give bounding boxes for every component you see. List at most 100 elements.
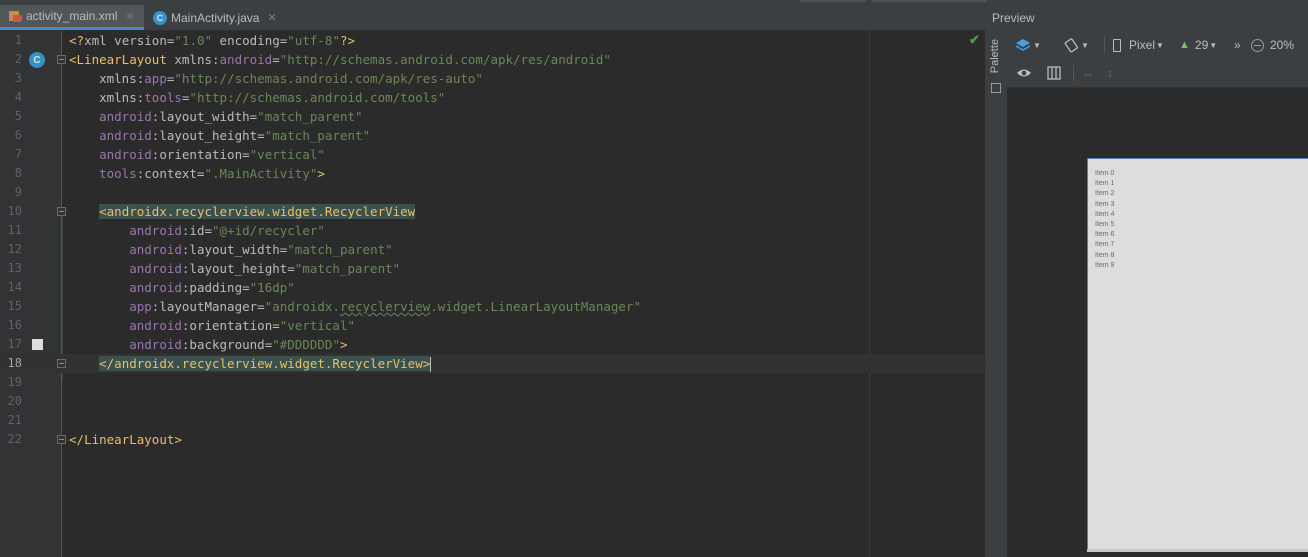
rotate-icon xyxy=(1064,38,1078,53)
line-number: 18 xyxy=(7,356,22,370)
line-number: 7 xyxy=(14,147,22,161)
list-item: Item 6 xyxy=(1095,231,1115,239)
tab-activity-main-xml[interactable]: activity_main.xml ✕ xyxy=(0,5,144,30)
horizontal-resize-icon[interactable]: ↔ xyxy=(1082,65,1094,81)
code-text: xmlns:app="http://schemas.android.com/ap… xyxy=(99,71,483,86)
device-dropdown[interactable]: Pixel ▼ xyxy=(1113,37,1164,53)
preview-toolbar-secondary: ↔ ↕ xyxy=(1007,59,1308,88)
zoom-level: 20% xyxy=(1270,38,1295,52)
code-text: android:layout_width="match_parent" xyxy=(129,242,393,257)
line-number: 3 xyxy=(14,71,22,85)
close-icon[interactable]: ✕ xyxy=(267,11,276,24)
api-level-dropdown[interactable]: ▲ 29 ▼ xyxy=(1179,37,1217,53)
tab-label: activity_main.xml xyxy=(26,9,118,23)
code-line: 19 xyxy=(0,373,985,392)
java-class-icon: C xyxy=(153,10,167,25)
fold-marker-icon[interactable] xyxy=(57,359,66,368)
preview-header: Preview xyxy=(985,5,1308,32)
line-number: 5 xyxy=(14,109,22,123)
line-number: 9 xyxy=(14,185,22,199)
chevron-down-icon: ▼ xyxy=(1209,40,1218,50)
activity-class-icon[interactable]: C xyxy=(29,52,45,68)
code-line: 3 xmlns:app="http://schemas.android.com/… xyxy=(0,69,985,88)
line-number: 6 xyxy=(14,128,22,142)
xml-file-icon xyxy=(8,9,22,23)
line-number: 10 xyxy=(7,204,22,218)
code-text: xmlns:tools="http://schemas.android.com/… xyxy=(99,90,446,105)
top-strip-segment xyxy=(872,0,987,2)
line-number: 20 xyxy=(7,394,22,408)
line-number: 19 xyxy=(7,375,22,389)
editor-tab-bar: activity_main.xml ✕ C MainActivity.java … xyxy=(0,5,985,31)
list-item: Item 0 xyxy=(1095,170,1115,177)
code-line: 8 tools:context=".MainActivity"> xyxy=(0,164,985,183)
preview-toolbar: ▼ ▼ Pixel ▼ ▲ 29 ▼ » 20% xyxy=(1007,31,1308,59)
device-preview[interactable]: Item 0 Item 1 Item 2 Item 3 Item 4 Item … xyxy=(1087,158,1308,552)
code-line: 11 android:id="@+id/recycler" xyxy=(0,221,985,240)
palette-tab[interactable]: Palette xyxy=(989,39,1001,73)
line-number: 8 xyxy=(14,166,22,180)
eye-icon xyxy=(1017,69,1031,77)
line-number: 22 xyxy=(7,432,22,446)
code-line: 4 xmlns:tools="http://schemas.android.co… xyxy=(0,88,985,107)
line-number: 14 xyxy=(7,280,22,294)
more-actions-button[interactable]: » xyxy=(1234,37,1241,53)
palette-side-strip: Palette xyxy=(985,31,1008,557)
code-text: android:orientation="vertical" xyxy=(129,318,356,333)
code-line: 7 android:orientation="vertical" xyxy=(0,145,985,164)
code-line: 6 android:layout_height="match_parent" xyxy=(0,126,985,145)
zoom-out-button[interactable]: 20% xyxy=(1251,37,1294,53)
code-text: android:layout_height="match_parent" xyxy=(99,128,371,143)
code-line: 2 C <LinearLayout xmlns:android="http://… xyxy=(0,50,985,69)
android-icon: ▲ xyxy=(1179,39,1190,51)
api-level-label: 29 xyxy=(1194,38,1209,52)
toolbar-separator xyxy=(1073,65,1074,81)
code-text: <?xml version="1.0" encoding="utf-8"?> xyxy=(69,33,356,48)
code-lines: 1 <?xml version="1.0" encoding="utf-8"?>… xyxy=(0,31,985,449)
code-line: 5 android:layout_width="match_parent" xyxy=(0,107,985,126)
code-line: 15 app:layoutManager="androidx.recyclerv… xyxy=(0,297,985,316)
code-text: android:layout_height="match_parent" xyxy=(129,261,401,276)
code-line: 22 </LinearLayout> xyxy=(0,430,985,449)
palette-icon[interactable] xyxy=(991,83,1001,93)
vertical-resize-icon[interactable]: ↕ xyxy=(1107,65,1113,81)
code-text: <LinearLayout xmlns:android="http://sche… xyxy=(69,52,611,67)
layers-icon xyxy=(1015,39,1031,51)
list-item: Item 3 xyxy=(1095,200,1115,208)
view-options-button[interactable] xyxy=(1016,65,1032,81)
toolbar-separator xyxy=(1104,36,1105,54)
list-item: Item 5 xyxy=(1095,221,1115,229)
fold-marker-icon[interactable] xyxy=(57,435,66,444)
blueprint-toggle[interactable] xyxy=(1047,65,1061,81)
list-item: Item 7 xyxy=(1095,241,1115,249)
fold-marker-icon[interactable] xyxy=(57,55,66,64)
line-number: 11 xyxy=(7,223,22,237)
chevron-down-icon: ▼ xyxy=(1033,40,1041,50)
color-swatch-icon[interactable] xyxy=(32,339,43,350)
code-line: 21 xyxy=(0,411,985,430)
code-line: 16 android:orientation="vertical" xyxy=(0,316,985,335)
close-icon[interactable]: ✕ xyxy=(125,10,134,23)
code-text: </LinearLayout> xyxy=(69,432,182,447)
code-line-current: 18 </androidx.recyclerview.widget.Recycl… xyxy=(0,354,985,373)
tab-main-activity-java[interactable]: C MainActivity.java ✕ xyxy=(144,5,285,30)
orientation-dropdown[interactable]: ▼ xyxy=(1063,37,1089,53)
code-text: android:background="#DDDDDD"> xyxy=(129,337,348,352)
device-label: Pixel xyxy=(1129,38,1156,52)
list-item: Item 8 xyxy=(1095,251,1115,259)
code-line: 12 android:layout_width="match_parent" xyxy=(0,240,985,259)
columns-icon xyxy=(1047,66,1061,80)
code-line: 13 android:layout_height="match_parent" xyxy=(0,259,985,278)
code-line: 1 <?xml version="1.0" encoding="utf-8"?> xyxy=(0,31,985,50)
phone-icon xyxy=(1113,38,1121,52)
device-bottom-edge xyxy=(1087,549,1308,552)
layers-dropdown[interactable]: ▼ xyxy=(1015,37,1041,53)
line-number: 17 xyxy=(7,337,22,351)
code-editor[interactable]: ✔ 1 <?xml version="1.0" encoding="utf-8"… xyxy=(0,31,985,557)
fold-marker-icon[interactable] xyxy=(57,207,66,216)
preview-title: Preview xyxy=(992,11,1035,25)
code-text: tools:context=".MainActivity"> xyxy=(99,166,325,181)
code-text: android:id="@+id/recycler" xyxy=(129,223,325,238)
top-strip-segment xyxy=(800,0,866,2)
chevron-down-icon: ▼ xyxy=(1081,40,1089,50)
